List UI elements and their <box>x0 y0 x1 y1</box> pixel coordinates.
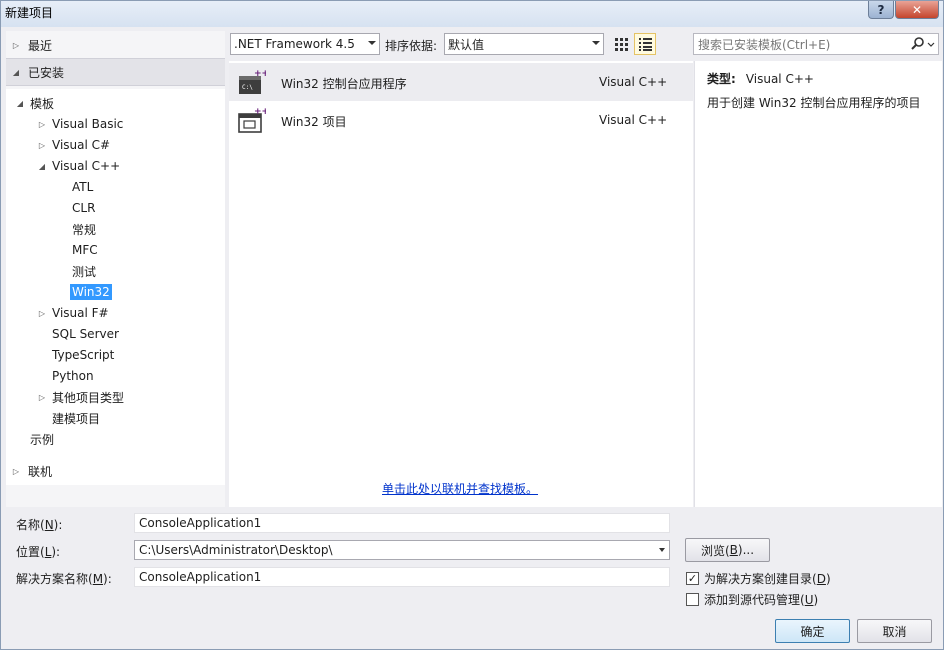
window-title: 新建项目 <box>5 6 54 20</box>
ok-button[interactable]: 确定 <box>775 619 850 643</box>
tree-recent[interactable]: ▷ 最近 <box>6 31 225 59</box>
template-description-text: 用于创建 Win32 控制台应用程序的项目 <box>707 96 921 110</box>
tree-item[interactable]: MFC <box>68 240 100 260</box>
framework-select[interactable]: .NET Framework 4.5 <box>230 33 380 55</box>
tree-item-label: MFC <box>72 243 98 257</box>
expand-arrow-icon[interactable]: ▷ <box>10 467 22 476</box>
chevron-down-icon <box>592 41 600 45</box>
tree-item[interactable]: Python <box>48 366 96 386</box>
collapse-arrow-icon[interactable]: ◢ <box>36 162 48 171</box>
expand-arrow-icon[interactable]: ▷ <box>10 41 22 50</box>
find-templates-online-link[interactable]: 单击此处以联机并查找模板。 <box>382 480 538 497</box>
tree-item-label: CLR <box>72 201 96 215</box>
help-button[interactable]: ? <box>868 1 894 19</box>
small-icons-view-button[interactable] <box>610 33 632 55</box>
solution-name-field[interactable]: ConsoleApplication1 <box>134 567 670 587</box>
project-name-field[interactable]: ConsoleApplication1 <box>134 513 670 533</box>
tree-item[interactable]: SQL Server <box>48 324 121 344</box>
tree-item[interactable]: 常规 <box>68 219 98 239</box>
tree-body: ◢ 模板 ▷ Visual Basic ▷ Visual C# ◢ Visual C++ A… <box>6 89 225 485</box>
template-description: 类型: Visual C++ 用于创建 Win32 控制台应用程序的项目 <box>694 61 942 507</box>
svg-text:C:\: C:\ <box>242 84 253 91</box>
win32-project-icon: ++ <box>238 107 266 133</box>
create-directory-checkbox[interactable]: ✓ <box>686 572 699 585</box>
tree-installed[interactable]: ◢ 已安装 <box>6 58 225 86</box>
tree-item-label: Visual C# <box>52 138 111 152</box>
tree-item[interactable]: ◢ Visual C++ <box>36 156 122 176</box>
tree-item[interactable]: ▷ 其他项目类型 <box>36 387 126 407</box>
tree-item[interactable]: ▷ Visual Basic <box>36 114 125 134</box>
browse-button[interactable]: 浏览(B)... <box>685 538 770 562</box>
source-control-checkbox[interactable] <box>686 593 699 606</box>
tree-item-label: TypeScript <box>52 348 115 362</box>
tree-item[interactable]: 建模项目 <box>48 408 102 428</box>
console-app-icon: C:\ ++ <box>239 69 266 94</box>
create-directory-option[interactable]: ✓ 为解决方案创建目录(D) <box>686 570 831 587</box>
tree-item-label: SQL Server <box>52 327 119 341</box>
tree-item[interactable]: Win32 <box>68 282 112 302</box>
tree-item-label: 建模项目 <box>52 411 101 426</box>
new-project-dialog: 新建项目 ? ✕ ▷ 最近 ◢ 已安装 ◢ 模板 ▷ Visual Basic ▷ V… <box>0 0 944 650</box>
template-list: C:\ ++ Win32 控制台应用程序 Visual C++ ++ Win32… <box>229 61 693 507</box>
title-bar: 新建项目 ? ✕ <box>1 1 943 27</box>
list-view-button[interactable] <box>634 33 656 55</box>
sort-label: 排序依据: <box>385 39 438 53</box>
template-item[interactable]: C:\ ++ Win32 控制台应用程序 Visual C++ <box>229 63 693 101</box>
name-label: 名称(N): <box>16 518 63 532</box>
collapse-arrow-icon[interactable]: ◢ <box>14 99 26 108</box>
tree-item-label: ATL <box>72 180 94 194</box>
chevron-down-icon[interactable] <box>659 548 665 552</box>
tree-item-label: Python <box>52 369 94 383</box>
tree-item-label: 其他项目类型 <box>52 390 125 405</box>
tree-item-label: Visual Basic <box>52 117 124 131</box>
search-templates-input[interactable]: 搜索已安装模板(Ctrl+E) <box>693 33 939 55</box>
close-icon: ✕ <box>911 2 923 17</box>
tree-item-label: 测试 <box>72 264 97 279</box>
grid-view-icon <box>615 38 628 51</box>
search-icon[interactable] <box>909 37 935 51</box>
tree-item-label: Visual F# <box>52 306 109 320</box>
source-control-option[interactable]: 添加到源代码管理(U) <box>686 591 818 608</box>
location-label: 位置(L): <box>16 545 61 559</box>
chevron-down-icon <box>368 41 376 45</box>
expand-arrow-icon[interactable]: ▷ <box>36 393 48 402</box>
tree-item[interactable]: ▷ Visual F# <box>36 303 111 323</box>
help-icon: ? <box>877 2 885 17</box>
tree-item-label: Win32 <box>70 284 112 300</box>
svg-text:++: ++ <box>254 69 266 79</box>
tree-item-label: 常规 <box>72 222 97 237</box>
template-tree: ▷ 最近 ◢ 已安装 ◢ 模板 ▷ Visual Basic ▷ Visual C# ◢… <box>6 31 225 507</box>
list-view-icon <box>639 38 652 51</box>
sort-select[interactable]: 默认值 <box>444 33 604 55</box>
template-type: 类型: Visual C++ <box>707 72 814 86</box>
tree-item[interactable]: ATL <box>68 177 95 197</box>
cancel-button[interactable]: 取消 <box>857 619 932 643</box>
tree-online[interactable]: ▷ 联机 <box>6 457 225 485</box>
tree-item-label: Visual C++ <box>52 159 121 173</box>
tree-item[interactable]: 测试 <box>68 261 98 281</box>
expand-arrow-icon[interactable]: ▷ <box>36 120 48 129</box>
expand-arrow-icon[interactable]: ▷ <box>36 141 48 150</box>
tree-item[interactable]: TypeScript <box>48 345 116 365</box>
location-combo[interactable]: C:\Users\Administrator\Desktop\ <box>134 540 670 560</box>
collapse-arrow-icon[interactable]: ◢ <box>10 68 22 77</box>
tree-item-samples[interactable]: 示例 <box>28 429 56 449</box>
template-item[interactable]: ++ Win32 项目 Visual C++ <box>229 101 693 139</box>
tree-item[interactable]: CLR <box>68 198 97 218</box>
solution-name-label: 解决方案名称(M): <box>16 572 112 586</box>
tree-item[interactable]: ▷ Visual C# <box>36 135 112 155</box>
close-button[interactable]: ✕ <box>895 1 939 19</box>
svg-text:++: ++ <box>254 107 266 117</box>
tree-item-templates[interactable]: ◢ 模板 <box>14 93 56 113</box>
template-toolbar: .NET Framework 4.5 排序依据: 默认值 搜索已安装模板(Ctr… <box>230 33 942 57</box>
expand-arrow-icon[interactable]: ▷ <box>36 309 48 318</box>
